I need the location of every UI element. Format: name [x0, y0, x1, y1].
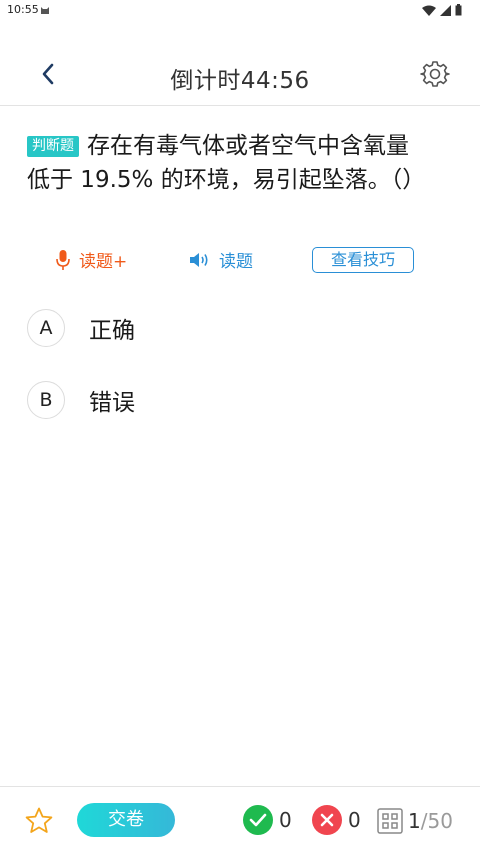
- microphone-icon: [56, 249, 70, 270]
- read-plus-button[interactable]: 读题+: [55, 247, 127, 272]
- option-a[interactable]: A 正确: [27, 308, 135, 348]
- read-plus-label: 读题+: [79, 252, 128, 272]
- tools-row: 读题+ 读题 查看技巧: [0, 247, 480, 277]
- battery-icon: [455, 4, 462, 16]
- settings-button[interactable]: [420, 59, 450, 89]
- question: 判断题 存在有毒气体或者空气中含氧量低于 19.5% 的环境，易引起坠落。（）: [27, 129, 427, 197]
- correct-count: 0: [279, 808, 292, 832]
- gear-icon: [420, 61, 450, 87]
- option-text: 错误: [89, 390, 135, 416]
- wrong-count: 0: [348, 808, 361, 832]
- star-icon: [25, 807, 53, 833]
- notification-cat-icon: [41, 7, 49, 14]
- countdown-title: 倒计时44:56: [170, 68, 310, 94]
- check-icon: [243, 805, 273, 835]
- option-text: 正确: [89, 318, 135, 344]
- wifi-icon: [422, 5, 436, 16]
- option-letter-circle: B: [27, 381, 65, 419]
- status-bar: 10:55: [0, 0, 480, 22]
- correct-stat: 0: [243, 805, 292, 835]
- header: 倒计时44:56: [0, 45, 480, 106]
- signal-icon: [440, 4, 451, 16]
- submit-exam-button[interactable]: 交卷: [77, 803, 175, 837]
- read-label: 读题: [219, 252, 253, 272]
- cross-icon: [312, 805, 342, 835]
- question-type-badge: 判断题: [27, 136, 79, 157]
- status-icons: [422, 4, 462, 16]
- grid-icon: [377, 808, 403, 834]
- option-letter-circle: A: [27, 309, 65, 347]
- status-time: 10:55: [7, 3, 39, 16]
- bottom-bar: 交卷 0 0 1/50: [0, 786, 480, 854]
- favorite-button[interactable]: [24, 806, 54, 836]
- read-button[interactable]: 读题: [189, 247, 253, 272]
- wrong-stat: 0: [312, 805, 361, 835]
- question-progress: 1/50: [408, 809, 453, 833]
- question-text: 存在有毒气体或者空气中含氧量低于 19.5% 的环境，易引起坠落。（）: [27, 133, 426, 193]
- view-tips-button[interactable]: 查看技巧: [312, 247, 414, 273]
- current-question-number: 1: [408, 809, 421, 833]
- speaker-icon: [190, 252, 208, 267]
- option-b[interactable]: B 错误: [27, 380, 135, 420]
- answer-sheet-button[interactable]: [377, 808, 403, 834]
- total-questions: /50: [420, 809, 453, 833]
